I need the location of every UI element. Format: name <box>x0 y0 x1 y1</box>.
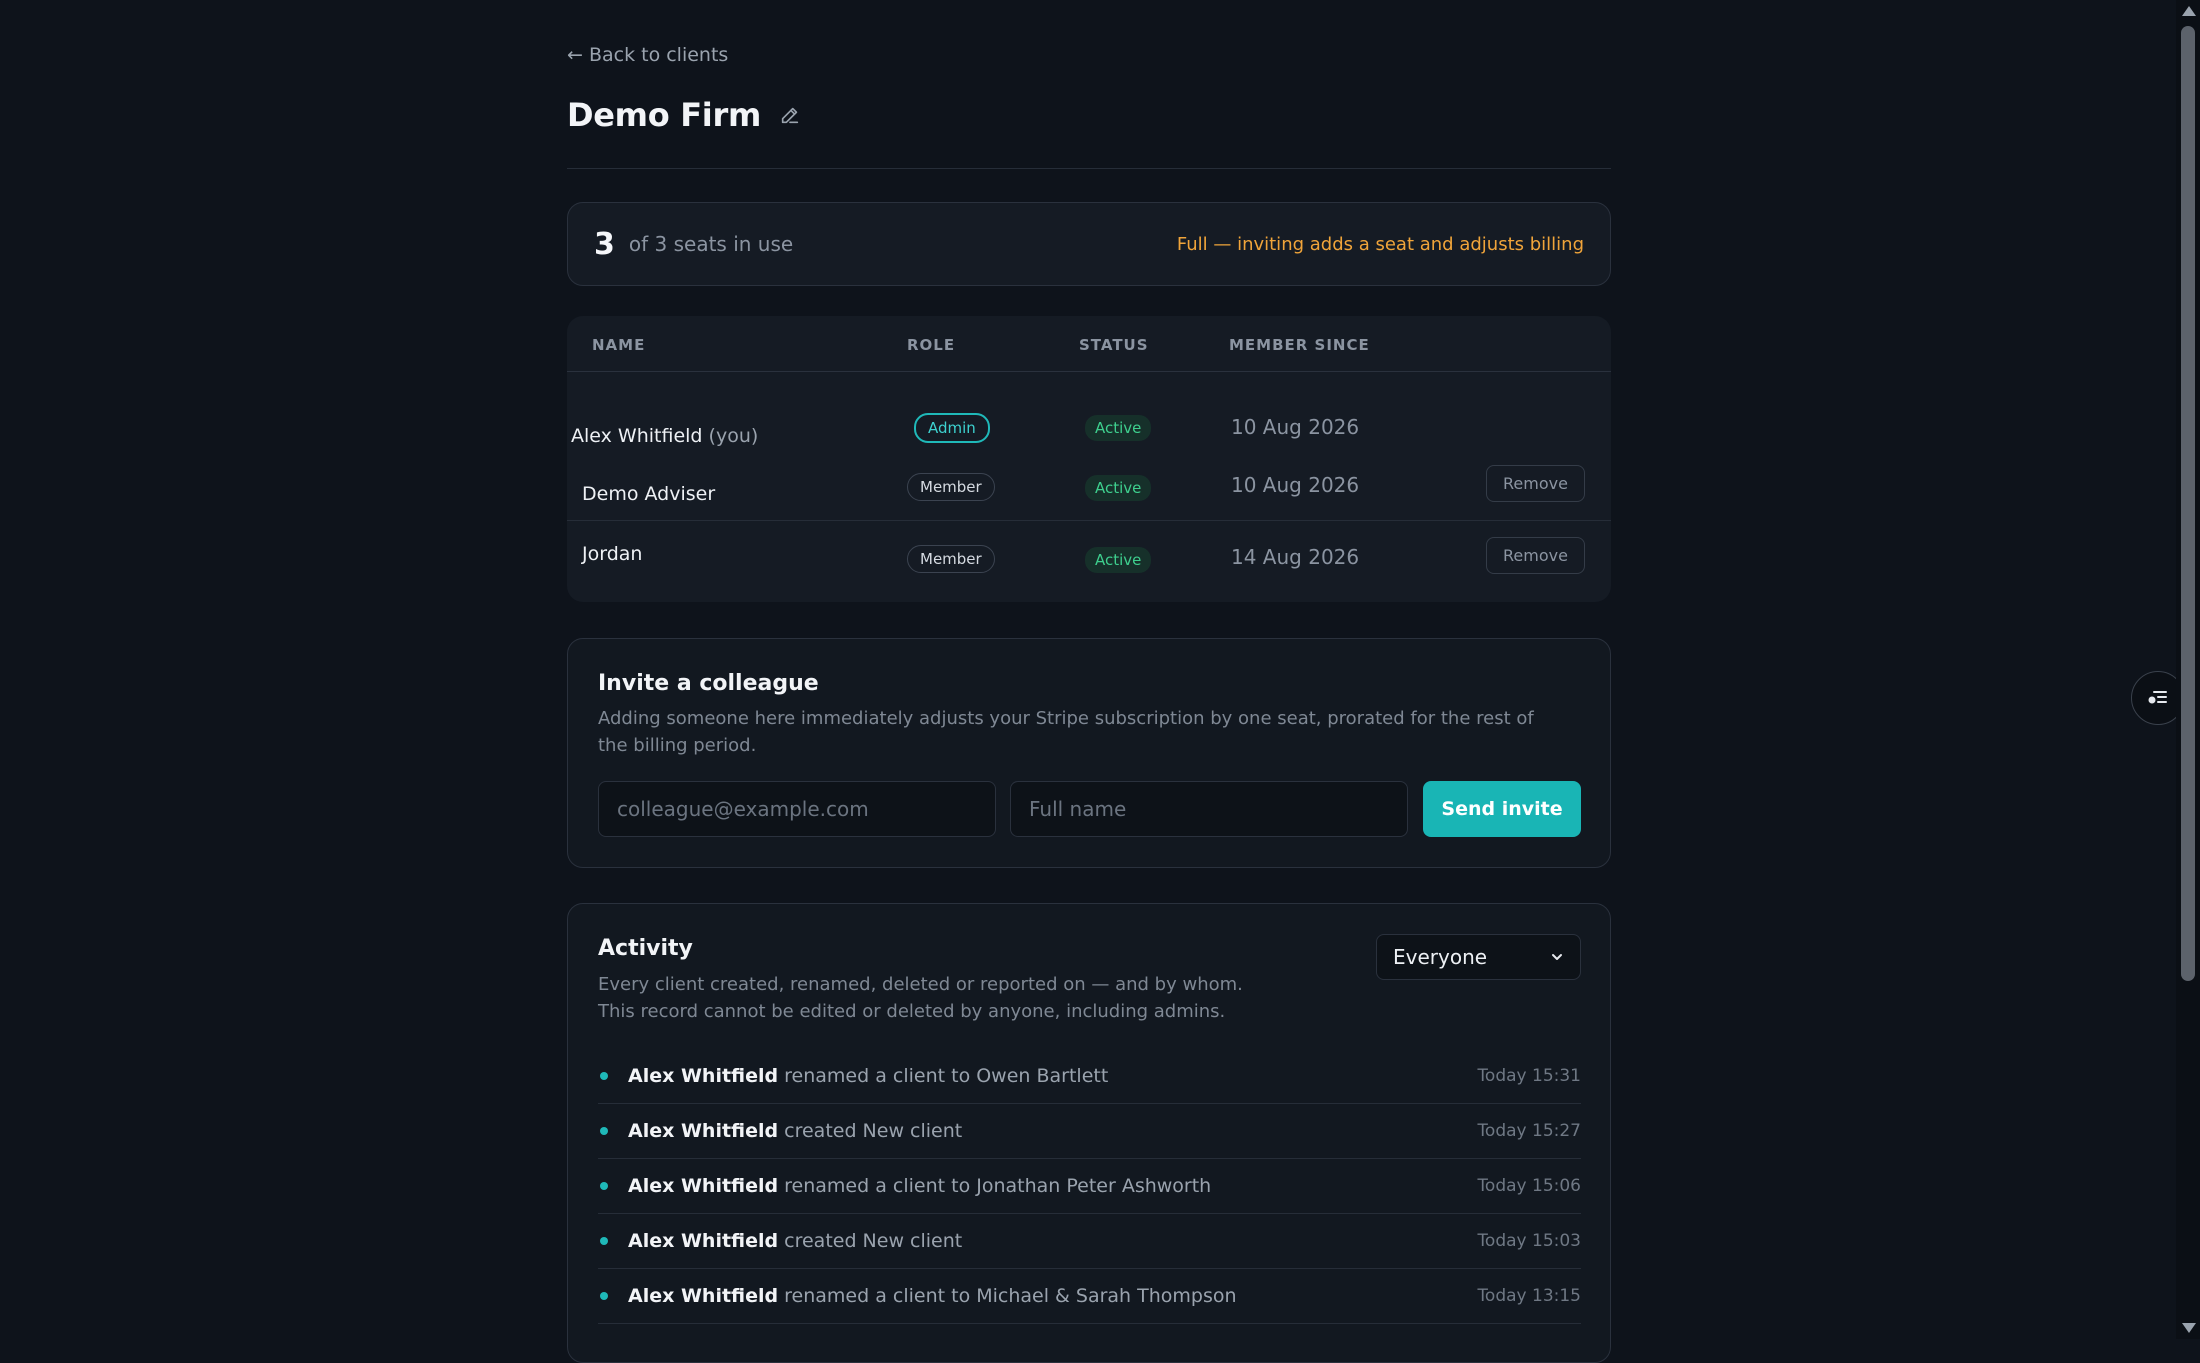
seats-warning: Full — inviting adds a seat and adjusts … <box>1176 233 1584 255</box>
activity-time: Today 13:15 <box>1477 1286 1581 1306</box>
activity-text: created New client <box>784 1120 963 1142</box>
status-badge: Active <box>1085 547 1152 573</box>
activity-card: Activity Every client created, renamed, … <box>567 903 1611 1363</box>
vertical-scrollbar[interactable] <box>2176 0 2200 1339</box>
list-item: Alex Whitfield renamed a client to Micha… <box>598 1269 1581 1324</box>
member-since-date: 10 Aug 2026 <box>1231 415 1360 439</box>
role-badge: Member <box>907 473 995 501</box>
remove-member-button[interactable]: Remove <box>1486 537 1585 574</box>
table-row: Demo Adviser Member Active 10 Aug 2026 R… <box>567 461 1611 522</box>
action-cell: Remove <box>1486 537 1585 574</box>
activity-user: Alex Whitfield <box>628 1065 779 1087</box>
column-header-name: NAME <box>592 336 646 354</box>
activity-user: Alex Whitfield <box>628 1175 779 1197</box>
role-badge: Admin <box>914 413 990 443</box>
status-cell: Active <box>1085 475 1152 501</box>
activity-time: Today 15:06 <box>1477 1176 1581 1196</box>
filter-list-icon <box>2148 691 2167 704</box>
seats-usage-card: 3 of 3 seats in use Full — inviting adds… <box>567 202 1611 286</box>
scroll-down-arrow-icon[interactable] <box>2182 1323 2196 1333</box>
table-row: Jordan Member Active 14 Aug 2026 Remove <box>567 521 1611 602</box>
action-cell: Remove <box>1486 465 1585 502</box>
bullet-dot-icon <box>600 1292 608 1300</box>
table-header: NAME ROLE STATUS MEMBER SINCE <box>567 316 1611 372</box>
activity-text: renamed a client to Michael & Sarah Thom… <box>784 1285 1237 1307</box>
back-link-label: ← Back to clients <box>567 44 729 66</box>
status-cell: Active <box>1085 415 1152 441</box>
activity-time: Today 15:27 <box>1477 1121 1581 1141</box>
scrollbar-thumb[interactable] <box>2181 26 2195 981</box>
invite-colleague-card: Invite a colleague Adding someone here i… <box>567 638 1611 868</box>
list-item: Alex Whitfield renamed a client to Jonat… <box>598 1159 1581 1214</box>
activity-title: Activity <box>598 936 693 961</box>
bullet-dot-icon <box>600 1072 608 1080</box>
activity-text: created New client <box>784 1230 963 1252</box>
bullet-dot-icon <box>600 1182 608 1190</box>
you-marker: (you) <box>708 425 759 447</box>
member-name: Demo Adviser <box>582 483 716 505</box>
chevron-down-icon <box>1552 954 1562 960</box>
seats-text: of 3 seats in use <box>628 232 794 256</box>
activity-text: renamed a client to Jonathan Peter Ashwo… <box>784 1175 1212 1197</box>
seats-count: 3 <box>594 226 615 262</box>
member-since-date: 10 Aug 2026 <box>1231 473 1360 497</box>
member-name: Alex Whitfield (you) <box>571 425 758 447</box>
list-item: Alex Whitfield renamed a client to Owen … <box>598 1049 1581 1104</box>
table-row: Alex Whitfield (you) Admin Active 10 Aug… <box>567 401 1611 461</box>
back-to-clients-link[interactable]: ← Back to clients <box>567 44 728 66</box>
activity-user: Alex Whitfield <box>628 1120 779 1142</box>
remove-member-button[interactable]: Remove <box>1486 465 1585 502</box>
members-table: NAME ROLE STATUS MEMBER SINCE Alex Whitf… <box>567 316 1611 602</box>
scroll-up-arrow-icon[interactable] <box>2182 6 2196 16</box>
activity-filter-select[interactable]: Everyone <box>1376 934 1581 980</box>
status-badge: Active <box>1085 475 1152 501</box>
activity-user: Alex Whitfield <box>628 1285 779 1307</box>
activity-user: Alex Whitfield <box>628 1230 779 1252</box>
page-title: Demo Firm <box>567 96 761 134</box>
send-invite-button[interactable]: Send invite <box>1423 781 1581 837</box>
filter-selected-value: Everyone <box>1393 945 1488 969</box>
bullet-dot-icon <box>600 1127 608 1135</box>
member-name: Jordan <box>582 543 643 565</box>
header-divider <box>567 168 1611 169</box>
column-header-member-since: MEMBER SINCE <box>1229 336 1370 354</box>
column-header-role: ROLE <box>907 336 956 354</box>
role-badge: Member <box>907 545 995 573</box>
bullet-dot-icon <box>600 1237 608 1245</box>
activity-text: renamed a client to Owen Bartlett <box>784 1065 1109 1087</box>
invite-description: Adding someone here immediately adjusts … <box>598 708 1534 756</box>
list-item: Alex Whitfield created New client Today … <box>598 1214 1581 1269</box>
column-header-status: STATUS <box>1079 336 1149 354</box>
title-row: Demo Firm <box>567 96 801 134</box>
status-cell: Active <box>1085 547 1152 573</box>
member-since-date: 14 Aug 2026 <box>1231 545 1360 569</box>
list-item: Alex Whitfield created New client Today … <box>598 1104 1581 1159</box>
role-cell: Member <box>907 473 995 501</box>
activity-time: Today 15:03 <box>1477 1231 1581 1251</box>
invite-title: Invite a colleague <box>598 671 819 696</box>
member-name-text: Alex Whitfield <box>571 425 703 447</box>
role-cell: Admin <box>914 413 990 443</box>
status-badge: Active <box>1085 415 1152 441</box>
activity-description: Every client created, renamed, deleted o… <box>598 974 1243 1022</box>
activity-time: Today 15:31 <box>1477 1066 1581 1086</box>
pencil-icon[interactable] <box>779 104 801 126</box>
role-cell: Member <box>907 545 995 573</box>
full-name-input[interactable] <box>1010 781 1408 837</box>
email-input[interactable] <box>598 781 996 837</box>
